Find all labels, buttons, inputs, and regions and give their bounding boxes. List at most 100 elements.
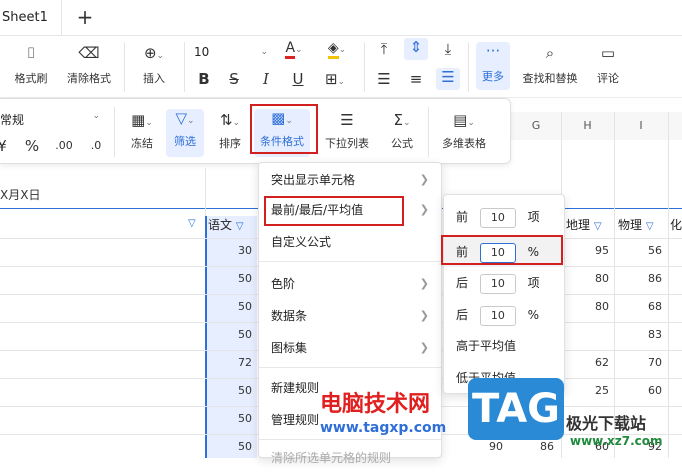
header-filter-icon[interactable]: ▽ bbox=[188, 218, 196, 229]
header-geography[interactable]: 地理 ▽ bbox=[566, 216, 612, 233]
font-size-value: 10 bbox=[194, 45, 210, 59]
submenu-bottom-n[interactable]: 后 10 项 bbox=[456, 271, 540, 295]
table-cell[interactable]: 60 bbox=[622, 384, 662, 397]
table-cell[interactable]: 50 bbox=[212, 300, 252, 313]
table-cell[interactable]: 68 bbox=[622, 300, 662, 313]
align-middle-icon[interactable]: ⇕ bbox=[404, 38, 428, 60]
watermark-site-url: www.tagxp.com bbox=[320, 420, 447, 436]
currency-icon[interactable]: ¥ bbox=[0, 137, 8, 155]
filter-icon[interactable]: ▽ bbox=[594, 221, 602, 232]
table-cell[interactable]: 83 bbox=[622, 328, 662, 341]
submenu-bottom-percent[interactable]: 后 10 % bbox=[456, 303, 539, 327]
top-n-input[interactable]: 10 bbox=[479, 207, 516, 228]
formula-label: 公式 bbox=[391, 137, 413, 150]
menu-item-custom-formula[interactable]: 自定义公式 bbox=[259, 227, 441, 257]
column-header-i[interactable]: I bbox=[614, 112, 668, 140]
decrease-decimal-icon[interactable]: .0 bbox=[86, 139, 106, 152]
header-physics[interactable]: 物理 ▽ bbox=[618, 216, 666, 233]
main-ribbon: ⌷ 格式刷 ⌫ 清除格式 ⊕⌄ 插入 10 ⌄ A⌄ ◈⌄ B S I U ⊞⌄… bbox=[0, 36, 682, 98]
bottom-n-input[interactable]: 10 bbox=[479, 273, 516, 294]
chevron-right-icon: ❯ bbox=[419, 309, 429, 322]
align-bottom-icon[interactable]: ⤓ bbox=[438, 40, 458, 58]
dropdown-list-button[interactable]: ☰ 下拉列表 bbox=[320, 111, 374, 157]
fill-color-icon[interactable]: ◈⌄ bbox=[322, 40, 352, 59]
filter-icon[interactable]: ▽ bbox=[646, 221, 654, 232]
insert-button[interactable]: ⊕⌄ 插入 bbox=[134, 44, 174, 92]
number-format-value: 常规 bbox=[0, 113, 25, 127]
underline-icon[interactable]: U bbox=[290, 70, 306, 88]
table-cell[interactable]: 56 bbox=[622, 244, 662, 257]
table-cell[interactable]: 50 bbox=[212, 440, 252, 453]
align-center-icon[interactable]: ≡ bbox=[406, 70, 426, 88]
comment-button[interactable]: ▭ 评论 bbox=[590, 44, 626, 92]
header-chinese[interactable]: 语文 ▽ bbox=[208, 216, 258, 233]
submenu-above-average[interactable]: 高于平均值 bbox=[456, 337, 516, 354]
increase-decimal-icon[interactable]: .00 bbox=[54, 139, 74, 152]
menu-item-clear-rules[interactable]: 清除所选单元格的规则 bbox=[259, 443, 441, 473]
bottom-percent-input[interactable]: 10 bbox=[479, 305, 516, 326]
table-cell[interactable]: 80 bbox=[569, 272, 609, 285]
number-format-select[interactable]: 常规 ⌄ bbox=[0, 111, 100, 128]
sort-button[interactable]: ⇅⌄ 排序 bbox=[212, 111, 248, 157]
multi-table-button[interactable]: ▤⌄ 多维表格 bbox=[436, 111, 492, 157]
find-replace-button[interactable]: ⌕ 查找和替换 bbox=[518, 44, 582, 92]
table-cell[interactable]: 50 bbox=[212, 272, 252, 285]
align-right-icon[interactable]: ☰ bbox=[436, 68, 460, 90]
table-cell[interactable]: 50 bbox=[212, 412, 252, 425]
table-cell[interactable]: 86 bbox=[514, 440, 554, 453]
find-replace-icon: ⌕ bbox=[545, 44, 555, 62]
formula-button[interactable]: Σ⌄ 公式 bbox=[384, 111, 420, 157]
table-cell[interactable]: 90 bbox=[463, 440, 503, 453]
table-cell[interactable]: 62 bbox=[569, 356, 609, 369]
add-sheet-button[interactable]: + bbox=[74, 4, 96, 30]
strikethrough-icon[interactable]: S bbox=[226, 70, 242, 88]
column-header-h[interactable]: H bbox=[561, 112, 614, 140]
multi-table-label: 多维表格 bbox=[442, 137, 486, 150]
font-color-icon[interactable]: A⌄ bbox=[280, 40, 308, 59]
table-cell[interactable]: 50 bbox=[212, 328, 252, 341]
submenu-top-n[interactable]: 前 10 项 bbox=[456, 205, 540, 229]
font-size-select[interactable]: 10 ⌄ bbox=[194, 42, 270, 62]
format-painter-button[interactable]: ⌷ 格式刷 bbox=[10, 44, 52, 92]
dropdown-list-icon: ☰ bbox=[340, 111, 354, 129]
align-left-icon[interactable]: ☰ bbox=[374, 70, 394, 88]
more-dots-icon: ··· bbox=[485, 42, 501, 60]
clear-format-button[interactable]: ⌫ 清除格式 bbox=[62, 44, 116, 92]
menu-item-data-bars[interactable]: 数据条 ❯ bbox=[259, 301, 441, 331]
menu-item-icon-sets[interactable]: 图标集 ❯ bbox=[259, 333, 441, 363]
freeze-icon: ▦⌄ bbox=[131, 111, 153, 129]
menu-item-highlight-cells[interactable]: 突出显示单元格 ❯ bbox=[259, 165, 441, 195]
menu-item-color-scale[interactable]: 色阶 ❯ bbox=[259, 269, 441, 299]
column-header-g[interactable]: G bbox=[511, 112, 561, 140]
percent-button[interactable]: % bbox=[24, 137, 40, 155]
sort-label: 排序 bbox=[219, 137, 241, 150]
table-cell[interactable]: 25 bbox=[569, 384, 609, 397]
table-cell[interactable]: 95 bbox=[569, 244, 609, 257]
bold-icon[interactable]: B bbox=[196, 70, 212, 88]
filter-button[interactable]: ▽⌄ 筛选 bbox=[166, 109, 204, 157]
comment-icon: ▭ bbox=[600, 44, 616, 62]
clear-format-label: 清除格式 bbox=[67, 72, 111, 85]
chevron-down-icon: ⌄ bbox=[260, 47, 268, 57]
header-chemistry[interactable]: 化 bbox=[670, 216, 682, 233]
tab-sheet1[interactable]: Sheet1 bbox=[0, 0, 62, 36]
italic-icon[interactable]: I bbox=[258, 70, 274, 88]
table-cell[interactable]: 50 bbox=[212, 384, 252, 397]
highlight-top-percent bbox=[441, 235, 563, 265]
highlight-conditional-format bbox=[250, 104, 318, 154]
find-replace-label: 查找和替换 bbox=[522, 72, 578, 85]
table-cell[interactable]: 86 bbox=[622, 272, 662, 285]
table-cell[interactable]: 72 bbox=[212, 356, 252, 369]
border-icon[interactable]: ⊞⌄ bbox=[320, 70, 350, 88]
date-cell[interactable]: X月X日 bbox=[0, 186, 40, 203]
align-top-icon[interactable]: ⤒ bbox=[374, 40, 394, 58]
filter-icon[interactable]: ▽ bbox=[236, 221, 244, 232]
freeze-button[interactable]: ▦⌄ 冻结 bbox=[124, 111, 160, 157]
plus-circle-icon: ⊕⌄ bbox=[143, 44, 165, 62]
sort-icon: ⇅⌄ bbox=[219, 111, 241, 129]
table-cell[interactable]: 70 bbox=[622, 356, 662, 369]
format-painter-icon: ⌷ bbox=[26, 44, 36, 62]
more-button[interactable]: ··· 更多 bbox=[476, 42, 510, 90]
table-cell[interactable]: 30 bbox=[212, 244, 252, 257]
table-cell[interactable]: 80 bbox=[569, 300, 609, 313]
